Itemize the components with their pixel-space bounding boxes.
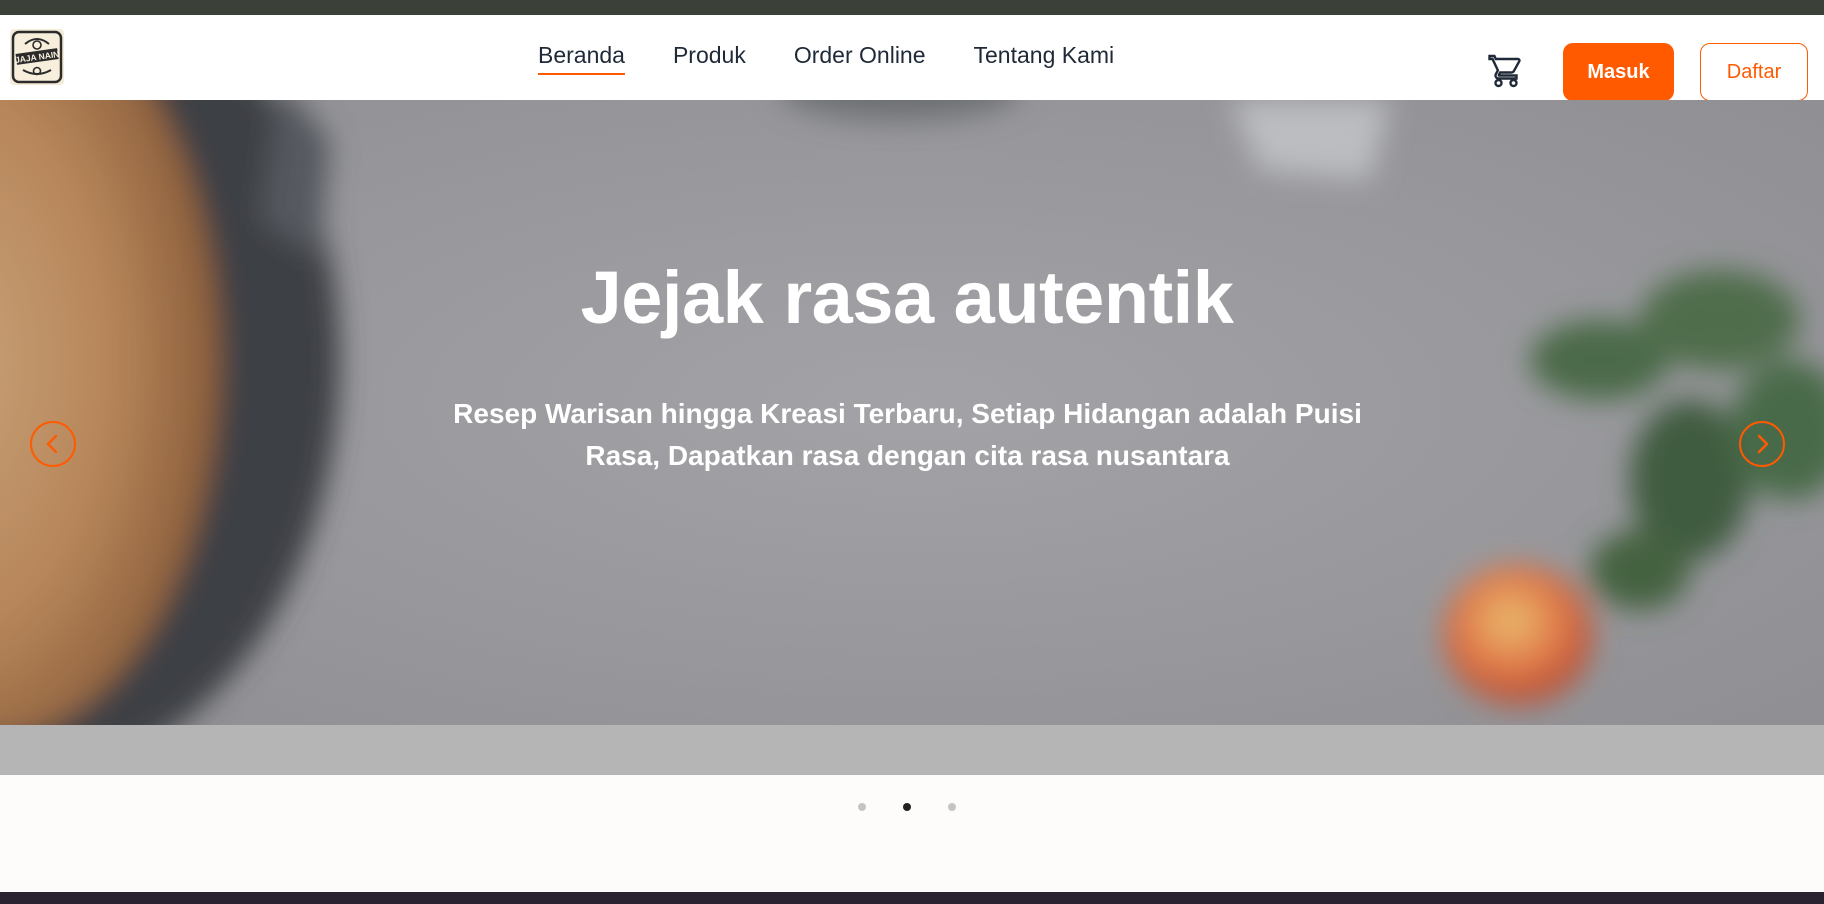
- top-strip: [0, 0, 1824, 15]
- hero-carousel: Jejak rasa autentik Resep Warisan hingga…: [0, 100, 1824, 775]
- carousel-indicators: [0, 801, 1814, 813]
- bottom-strip: [0, 892, 1824, 904]
- hero-subtitle: Resep Warisan hingga Kreasi Terbaru, Set…: [453, 398, 1362, 471]
- cart-icon[interactable]: [1488, 53, 1524, 89]
- carousel-dot-2[interactable]: [903, 803, 911, 811]
- register-button[interactable]: Daftar: [1700, 43, 1808, 101]
- bakery-logo-icon: JAJA NAIN: [11, 30, 63, 84]
- hero-title: Jejak rasa autentik: [580, 256, 1234, 339]
- login-button[interactable]: Masuk: [1563, 43, 1674, 101]
- carousel-prev-button[interactable]: [30, 421, 76, 467]
- carousel-next-button[interactable]: [1739, 421, 1785, 467]
- hero-bottom-band: [0, 730, 1824, 775]
- chevron-left-icon: [46, 434, 58, 454]
- carousel-dot-3[interactable]: [948, 803, 956, 811]
- navbar: JAJA NAIN Beranda Produk Order Online Te…: [0, 15, 1824, 101]
- nav-links: Beranda Produk Order Online Tentang Kami: [538, 41, 1114, 75]
- nav-link-beranda[interactable]: Beranda: [538, 41, 625, 75]
- chevron-right-icon: [1757, 434, 1769, 454]
- nav-link-order-online[interactable]: Order Online: [794, 41, 926, 73]
- logo[interactable]: JAJA NAIN: [10, 29, 64, 85]
- nav-link-produk[interactable]: Produk: [673, 41, 746, 73]
- nav-link-tentang-kami[interactable]: Tentang Kami: [974, 41, 1115, 73]
- carousel-dot-1[interactable]: [858, 803, 866, 811]
